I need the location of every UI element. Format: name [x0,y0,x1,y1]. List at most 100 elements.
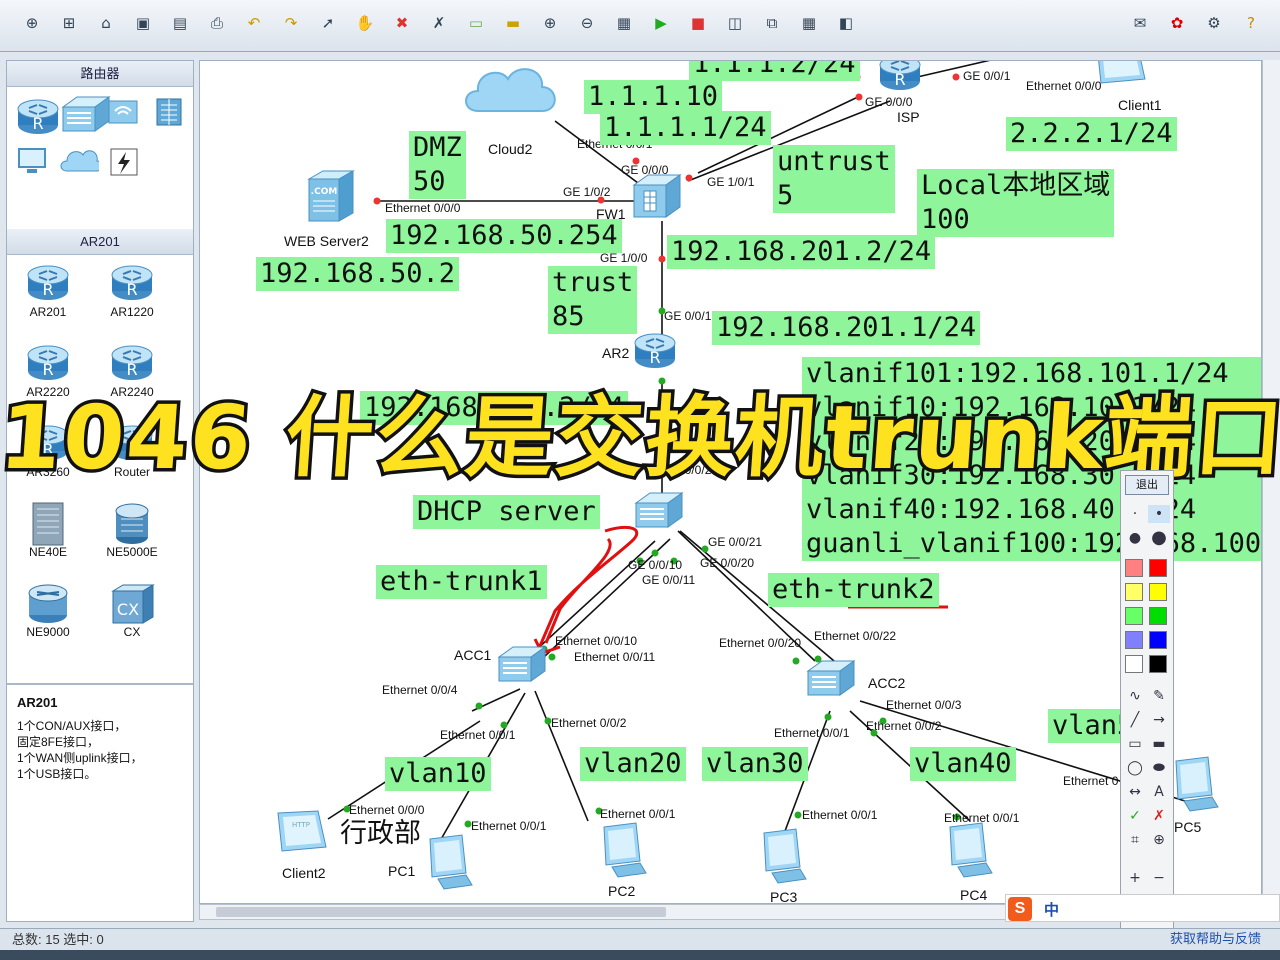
grid-icon[interactable]: ▦ [797,11,821,35]
node-pc3[interactable] [756,827,808,888]
firewall-category-icon[interactable] [151,95,187,129]
palette-color-swatch[interactable] [1125,655,1143,673]
select-icon[interactable]: ➚ [316,11,340,35]
node-cloud2[interactable] [458,61,562,126]
minus-icon[interactable]: − [1148,869,1170,887]
note-local[interactable]: Local本地区域 100 [917,169,1115,237]
node-acc1[interactable] [495,645,547,688]
palette-color-swatch[interactable] [1149,655,1167,673]
filled-rect-icon[interactable]: ▬ [1148,735,1170,753]
switch-category-icon[interactable] [59,95,111,132]
note-isp-ip-top[interactable]: 1.1.1.2/24 [689,61,860,81]
large-dot-icon[interactable]: ● [1124,529,1146,547]
help-feedback-link[interactable]: 获取帮助与反馈 [1170,928,1261,950]
palette-color-swatch[interactable] [1125,607,1143,625]
topology-icon[interactable]: ⧉ [760,11,784,35]
note-fw-ip201[interactable]: 192.168.201.2/24 [667,235,936,269]
rect-icon[interactable]: ▭ [1124,735,1146,753]
ok-icon[interactable]: ▦ [612,11,636,35]
node-pc2[interactable] [596,821,648,882]
palette-color-swatch[interactable] [1149,559,1167,577]
note-web-ip[interactable]: 192.168.50.2 [256,257,460,291]
redo-icon[interactable]: ↷ [279,11,303,35]
console-icon[interactable]: ◧ [834,11,858,35]
ime-mode-label[interactable]: 中 [1044,899,1059,920]
node-fw1[interactable] [630,173,684,224]
undo-icon[interactable]: ↶ [242,11,266,35]
huawei-icon[interactable]: ✿ [1165,11,1189,35]
note-cloud-ip[interactable]: 1.1.1.10 [584,80,723,114]
capture-icon[interactable]: ◫ [723,11,747,35]
node-ar2[interactable]: R [632,329,678,374]
palette-color-swatch[interactable] [1125,583,1143,601]
help-icon[interactable]: ? [1239,11,1263,35]
new-page-icon[interactable]: ⊞ [57,11,81,35]
arrow-icon[interactable]: → [1148,711,1170,729]
palette-color-swatch[interactable] [1149,631,1167,649]
delete-link-icon[interactable]: ✗ [427,11,451,35]
terminal-category-icon[interactable] [15,145,51,179]
note-dmz[interactable]: DMZ 50 [409,131,466,199]
note-dhcp[interactable]: DHCP server [413,495,600,529]
print-icon[interactable]: ⎙ [205,11,229,35]
node-client1[interactable]: HTTP [1093,61,1149,90]
node-web-server2[interactable]: .COM [303,169,355,226]
ellipse-icon[interactable]: ◯ [1124,759,1146,777]
medium-dot-icon[interactable]: • [1148,505,1170,523]
note-vlan10[interactable]: vlan10 [385,757,491,791]
wireless-category-icon[interactable] [105,95,141,129]
delete-icon[interactable]: ✖ [390,11,414,35]
horizontal-scroll-thumb[interactable] [216,907,666,917]
filled-ellipse-icon[interactable]: ⬬ [1148,759,1170,777]
pen-icon[interactable]: ∿ [1124,687,1146,705]
device-ar1220[interactable]: R AR1220 [97,261,167,319]
start-icon[interactable]: ▶ [649,11,673,35]
core-switch-node[interactable] [632,491,688,541]
zoom-tool-icon[interactable]: ⊕ [1148,831,1170,849]
node-pc1[interactable] [422,833,474,894]
rectangle-icon[interactable]: ▬ [501,11,525,35]
sogou-icon[interactable]: S [1008,897,1032,921]
eraser-icon[interactable]: ✎ [1148,687,1170,705]
note-vlan20[interactable]: vlan20 [580,747,686,781]
node-pc4[interactable] [942,821,994,882]
device-cx[interactable]: CX CX [97,581,167,639]
note-fw-gw50[interactable]: 192.168.50.254 [386,219,622,253]
note-eth-trunk2[interactable]: eth-trunk2 [768,573,939,607]
check-icon[interactable]: ✓ [1124,807,1146,825]
note-trust[interactable]: trust 85 [548,266,638,334]
xlarge-dot-icon[interactable]: ● [1148,529,1170,547]
node-acc2[interactable] [804,659,856,702]
cross-icon[interactable]: ✗ [1148,807,1170,825]
text-tool-icon[interactable]: A [1148,783,1170,801]
zoom-out-icon[interactable]: ⊖ [575,11,599,35]
save-as-icon[interactable]: ▤ [168,11,192,35]
double-arrow-icon[interactable]: ↔ [1124,783,1146,801]
note-ar2-ip201[interactable]: 192.168.201.1/24 [712,311,981,345]
settings-icon[interactable]: ⚙ [1202,11,1226,35]
node-isp[interactable]: R [877,61,923,96]
device-ar201[interactable]: R AR201 [13,261,83,319]
node-client2[interactable]: HTTP [274,809,330,858]
device-ne9000[interactable]: NE9000 [13,581,83,639]
line-icon[interactable]: ╱ [1124,711,1146,729]
note-vlan30[interactable]: vlan30 [702,747,808,781]
palette-color-swatch[interactable] [1125,559,1143,577]
new-topo-icon[interactable]: ⊕ [20,11,44,35]
note-vlan40[interactable]: vlan40 [910,747,1016,781]
note-client1-ip[interactable]: 2.2.2.1/24 [1006,117,1177,151]
save-icon[interactable]: ▣ [131,11,155,35]
note-fw-ip[interactable]: 1.1.1.1/24 [600,111,771,145]
note-eth-trunk1[interactable]: eth-trunk1 [376,565,547,599]
node-pc5[interactable] [1168,755,1220,816]
small-dot-icon[interactable]: · [1124,505,1146,523]
palette-color-swatch[interactable] [1149,583,1167,601]
note-untrust[interactable]: untrust 5 [773,145,895,213]
plus-icon[interactable]: + [1124,869,1146,887]
device-ne40e[interactable]: NE40E [13,501,83,559]
message-icon[interactable]: ✉ [1128,11,1152,35]
text-icon[interactable]: ▭ [464,11,488,35]
crop-icon[interactable]: ⌗ [1124,831,1146,849]
zoom-in-icon[interactable]: ⊕ [538,11,562,35]
router-category-icon[interactable]: R [15,95,59,134]
